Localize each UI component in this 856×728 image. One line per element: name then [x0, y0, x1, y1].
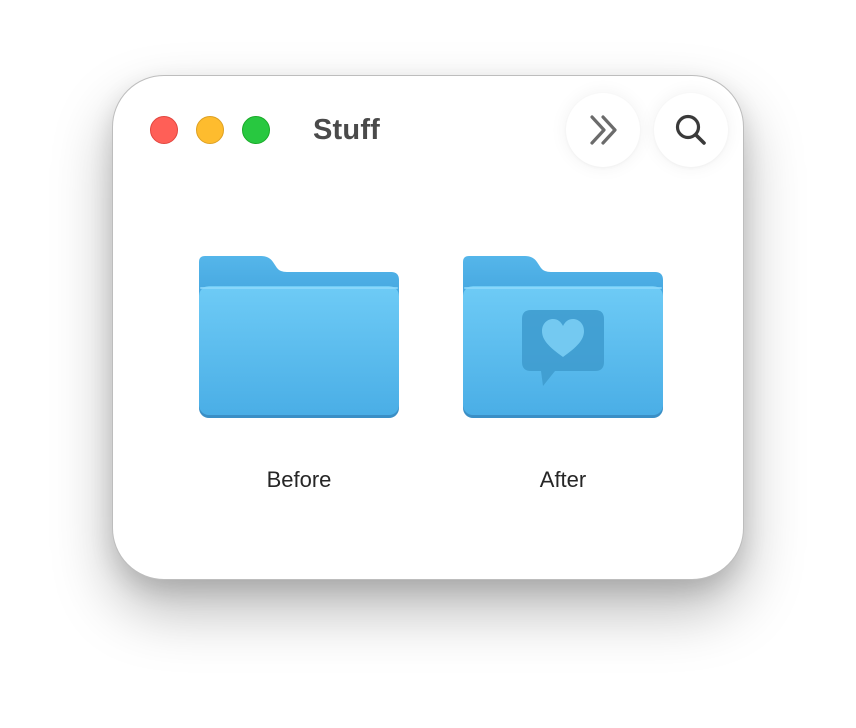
more-toolbar-button[interactable] [566, 93, 640, 167]
folder-icon [199, 256, 399, 418]
folder-item-after[interactable]: After [463, 256, 663, 494]
search-icon [675, 114, 706, 145]
chevron-double-right-icon [590, 115, 617, 145]
folder-item-before[interactable]: Before [199, 256, 399, 494]
minimize-button[interactable] [196, 116, 224, 144]
folder-label: Before [266, 467, 332, 492]
window-title: Stuff [313, 114, 381, 146]
close-button[interactable] [150, 116, 178, 144]
folder-label: After [539, 467, 587, 492]
desktop: Stuff Before After [0, 0, 856, 728]
search-button[interactable] [654, 93, 728, 167]
finder-window: Stuff Before After [112, 75, 744, 580]
zoom-button[interactable] [242, 116, 270, 144]
folder-heart-speech-icon [463, 256, 663, 418]
